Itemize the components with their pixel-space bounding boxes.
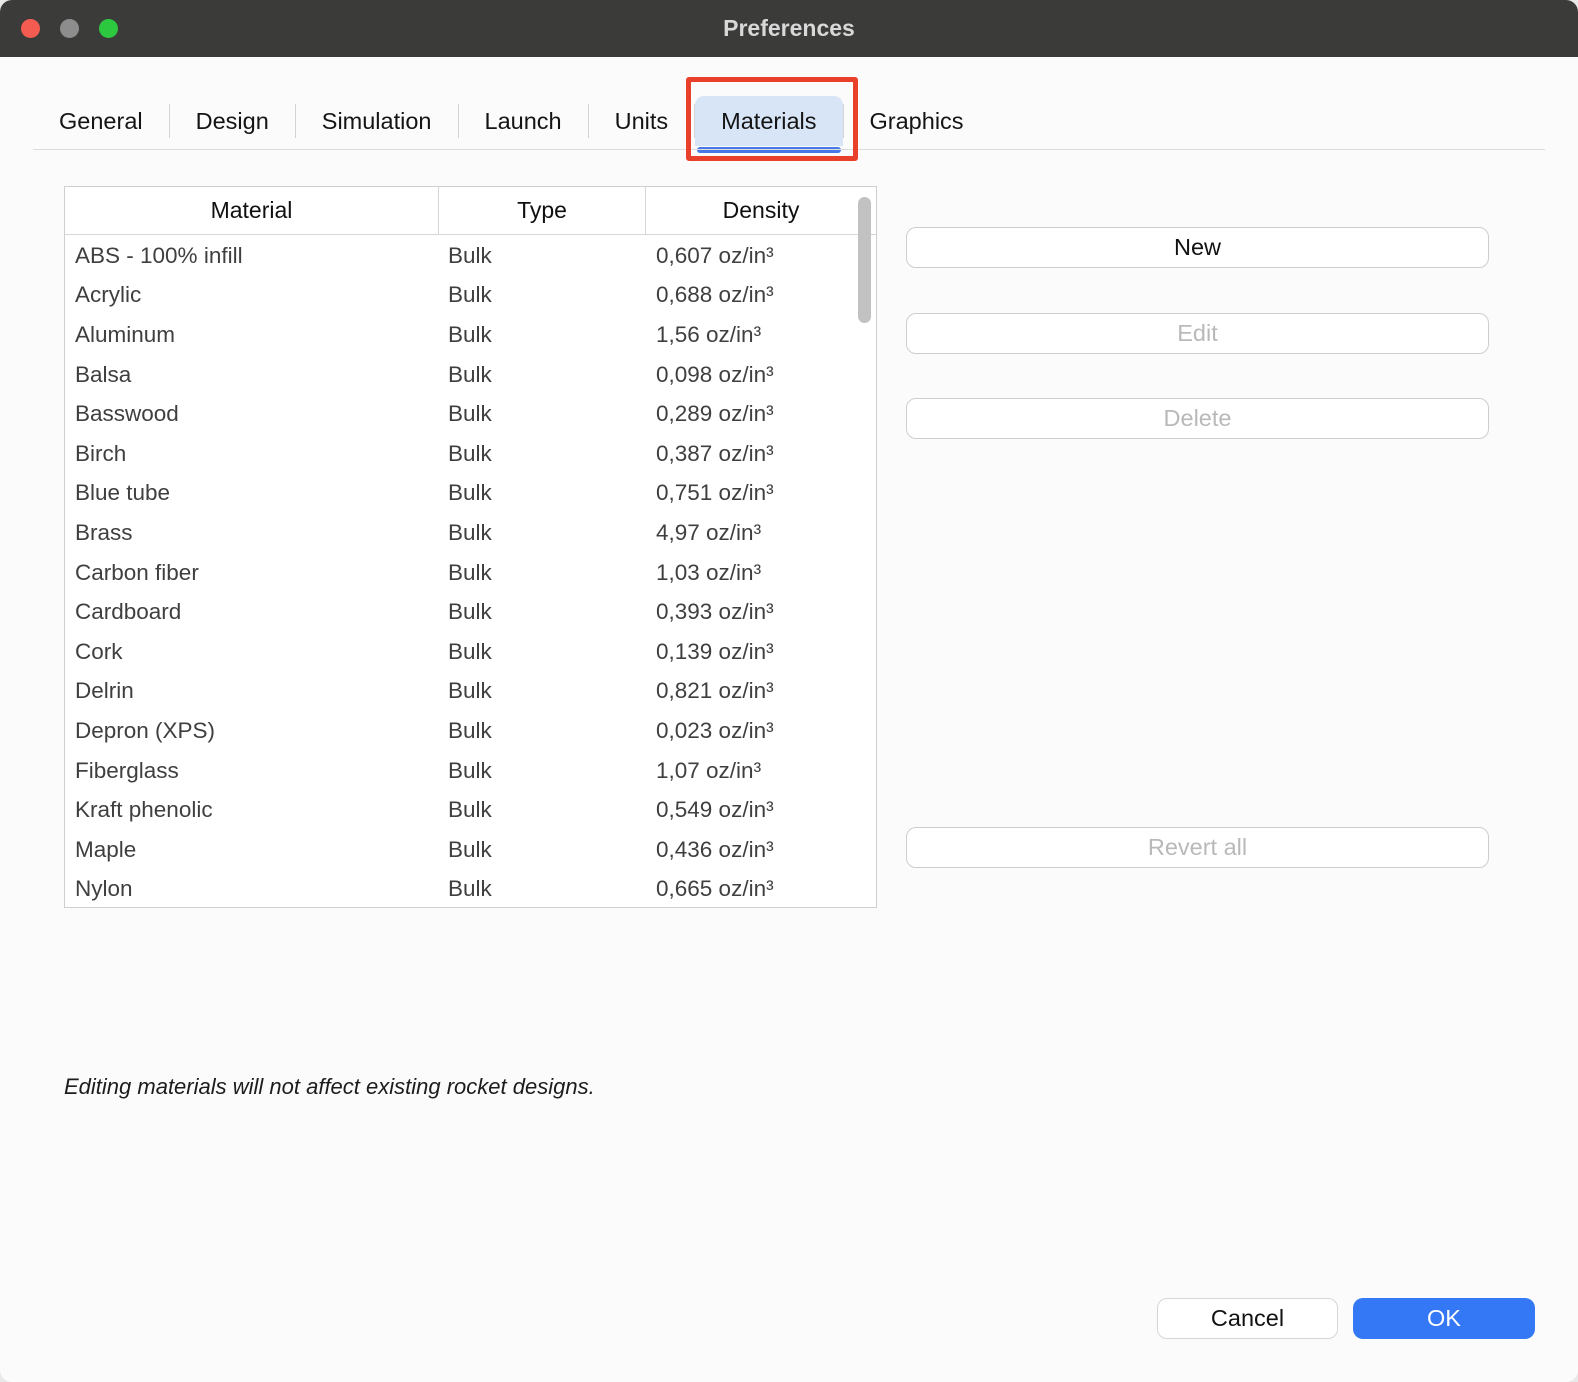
cell-material: Maple <box>65 837 439 863</box>
cell-material: Birch <box>65 441 439 467</box>
table-row[interactable]: MapleBulk0,436 oz/in³ <box>65 830 876 870</box>
tab-simulation[interactable]: Simulation <box>296 96 458 146</box>
cell-density: 0,139 oz/in³ <box>646 639 876 665</box>
cell-density: 1,03 oz/in³ <box>646 560 876 586</box>
cell-density: 0,023 oz/in³ <box>646 718 876 744</box>
edit-button[interactable]: Edit <box>906 313 1489 354</box>
cell-type: Bulk <box>439 401 646 427</box>
table-row[interactable]: CardboardBulk0,393 oz/in³ <box>65 592 876 632</box>
cell-type: Bulk <box>439 758 646 784</box>
cell-type: Bulk <box>439 718 646 744</box>
traffic-lights <box>21 19 118 38</box>
table-row[interactable]: BrassBulk4,97 oz/in³ <box>65 513 876 553</box>
table-row[interactable]: FiberglassBulk1,07 oz/in³ <box>65 751 876 791</box>
tab-graphics[interactable]: Graphics <box>844 96 990 146</box>
tab-general[interactable]: General <box>33 96 169 146</box>
delete-button[interactable]: Delete <box>906 398 1489 439</box>
close-button[interactable] <box>21 19 40 38</box>
table-row[interactable]: DelrinBulk0,821 oz/in³ <box>65 672 876 712</box>
table-header: Material Type Density <box>65 187 876 235</box>
cell-material: Fiberglass <box>65 758 439 784</box>
cell-type: Bulk <box>439 876 646 902</box>
table-row[interactable]: Kraft phenolicBulk0,549 oz/in³ <box>65 790 876 830</box>
cell-material: Depron (XPS) <box>65 718 439 744</box>
ok-button[interactable]: OK <box>1353 1298 1535 1339</box>
cell-material: Nylon <box>65 876 439 902</box>
revert-all-button[interactable]: Revert all <box>906 827 1489 868</box>
cell-density: 1,56 oz/in³ <box>646 322 876 348</box>
tab-materials[interactable]: Materials <box>695 96 842 146</box>
cell-density: 0,098 oz/in³ <box>646 362 876 388</box>
cell-density: 0,549 oz/in³ <box>646 797 876 823</box>
cell-density: 0,688 oz/in³ <box>646 282 876 308</box>
preferences-window: Preferences GeneralDesignSimulationLaunc… <box>0 0 1578 1382</box>
table-row[interactable]: Depron (XPS)Bulk0,023 oz/in³ <box>65 711 876 751</box>
tab-design[interactable]: Design <box>170 96 295 146</box>
cell-type: Bulk <box>439 639 646 665</box>
cell-type: Bulk <box>439 678 646 704</box>
table-row[interactable]: CorkBulk0,139 oz/in³ <box>65 632 876 672</box>
new-button[interactable]: New <box>906 227 1489 268</box>
title-bar: Preferences <box>0 0 1578 57</box>
cell-material: Cork <box>65 639 439 665</box>
table-row[interactable]: AcrylicBulk0,688 oz/in³ <box>65 276 876 316</box>
zoom-button[interactable] <box>99 19 118 38</box>
table-row[interactable]: BasswoodBulk0,289 oz/in³ <box>65 394 876 434</box>
cell-type: Bulk <box>439 441 646 467</box>
cell-material: Acrylic <box>65 282 439 308</box>
cell-material: ABS - 100% infill <box>65 243 439 269</box>
table-row[interactable]: NylonBulk0,665 oz/in³ <box>65 870 876 908</box>
materials-table: Material Type Density ABS - 100% infillB… <box>64 186 877 908</box>
window-title: Preferences <box>723 15 855 42</box>
cell-material: Blue tube <box>65 480 439 506</box>
cell-density: 0,289 oz/in³ <box>646 401 876 427</box>
table-row[interactable]: BalsaBulk0,098 oz/in³ <box>65 355 876 395</box>
cell-type: Bulk <box>439 520 646 546</box>
cell-type: Bulk <box>439 243 646 269</box>
table-row[interactable]: Blue tubeBulk0,751 oz/in³ <box>65 474 876 514</box>
column-header-type: Type <box>439 187 646 234</box>
column-header-density: Density <box>646 187 876 234</box>
cell-type: Bulk <box>439 797 646 823</box>
cell-material: Basswood <box>65 401 439 427</box>
cell-density: 4,97 oz/in³ <box>646 520 876 546</box>
cell-material: Carbon fiber <box>65 560 439 586</box>
cell-material: Brass <box>65 520 439 546</box>
table-row[interactable]: Carbon fiberBulk1,03 oz/in³ <box>65 553 876 593</box>
tab-units[interactable]: Units <box>589 96 695 146</box>
table-row[interactable]: AluminumBulk1,56 oz/in³ <box>65 315 876 355</box>
cell-density: 0,665 oz/in³ <box>646 876 876 902</box>
cell-type: Bulk <box>439 560 646 586</box>
cell-material: Aluminum <box>65 322 439 348</box>
cell-density: 0,821 oz/in³ <box>646 678 876 704</box>
cell-density: 0,607 oz/in³ <box>646 243 876 269</box>
cell-type: Bulk <box>439 322 646 348</box>
table-row[interactable]: BirchBulk0,387 oz/in³ <box>65 434 876 474</box>
column-header-material: Material <box>65 187 439 234</box>
cell-density: 1,07 oz/in³ <box>646 758 876 784</box>
minimize-button[interactable] <box>60 19 79 38</box>
cell-material: Kraft phenolic <box>65 797 439 823</box>
tab-launch[interactable]: Launch <box>459 96 588 146</box>
cell-material: Delrin <box>65 678 439 704</box>
materials-table-body: ABS - 100% infillBulk0,607 oz/in³Acrylic… <box>65 236 876 907</box>
table-row[interactable]: ABS - 100% infillBulk0,607 oz/in³ <box>65 236 876 276</box>
cancel-button[interactable]: Cancel <box>1157 1298 1338 1339</box>
cell-type: Bulk <box>439 282 646 308</box>
tabbar-separator <box>33 149 1545 150</box>
scrollbar-thumb[interactable] <box>858 197 871 323</box>
cell-type: Bulk <box>439 837 646 863</box>
tab-bar: GeneralDesignSimulationLaunchUnitsMateri… <box>33 96 1545 146</box>
cell-density: 0,751 oz/in³ <box>646 480 876 506</box>
cell-density: 0,387 oz/in³ <box>646 441 876 467</box>
cell-type: Bulk <box>439 362 646 388</box>
materials-note: Editing materials will not affect existi… <box>64 1074 595 1100</box>
cell-density: 0,436 oz/in³ <box>646 837 876 863</box>
cell-type: Bulk <box>439 599 646 625</box>
cell-density: 0,393 oz/in³ <box>646 599 876 625</box>
cell-material: Balsa <box>65 362 439 388</box>
cell-type: Bulk <box>439 480 646 506</box>
cell-material: Cardboard <box>65 599 439 625</box>
